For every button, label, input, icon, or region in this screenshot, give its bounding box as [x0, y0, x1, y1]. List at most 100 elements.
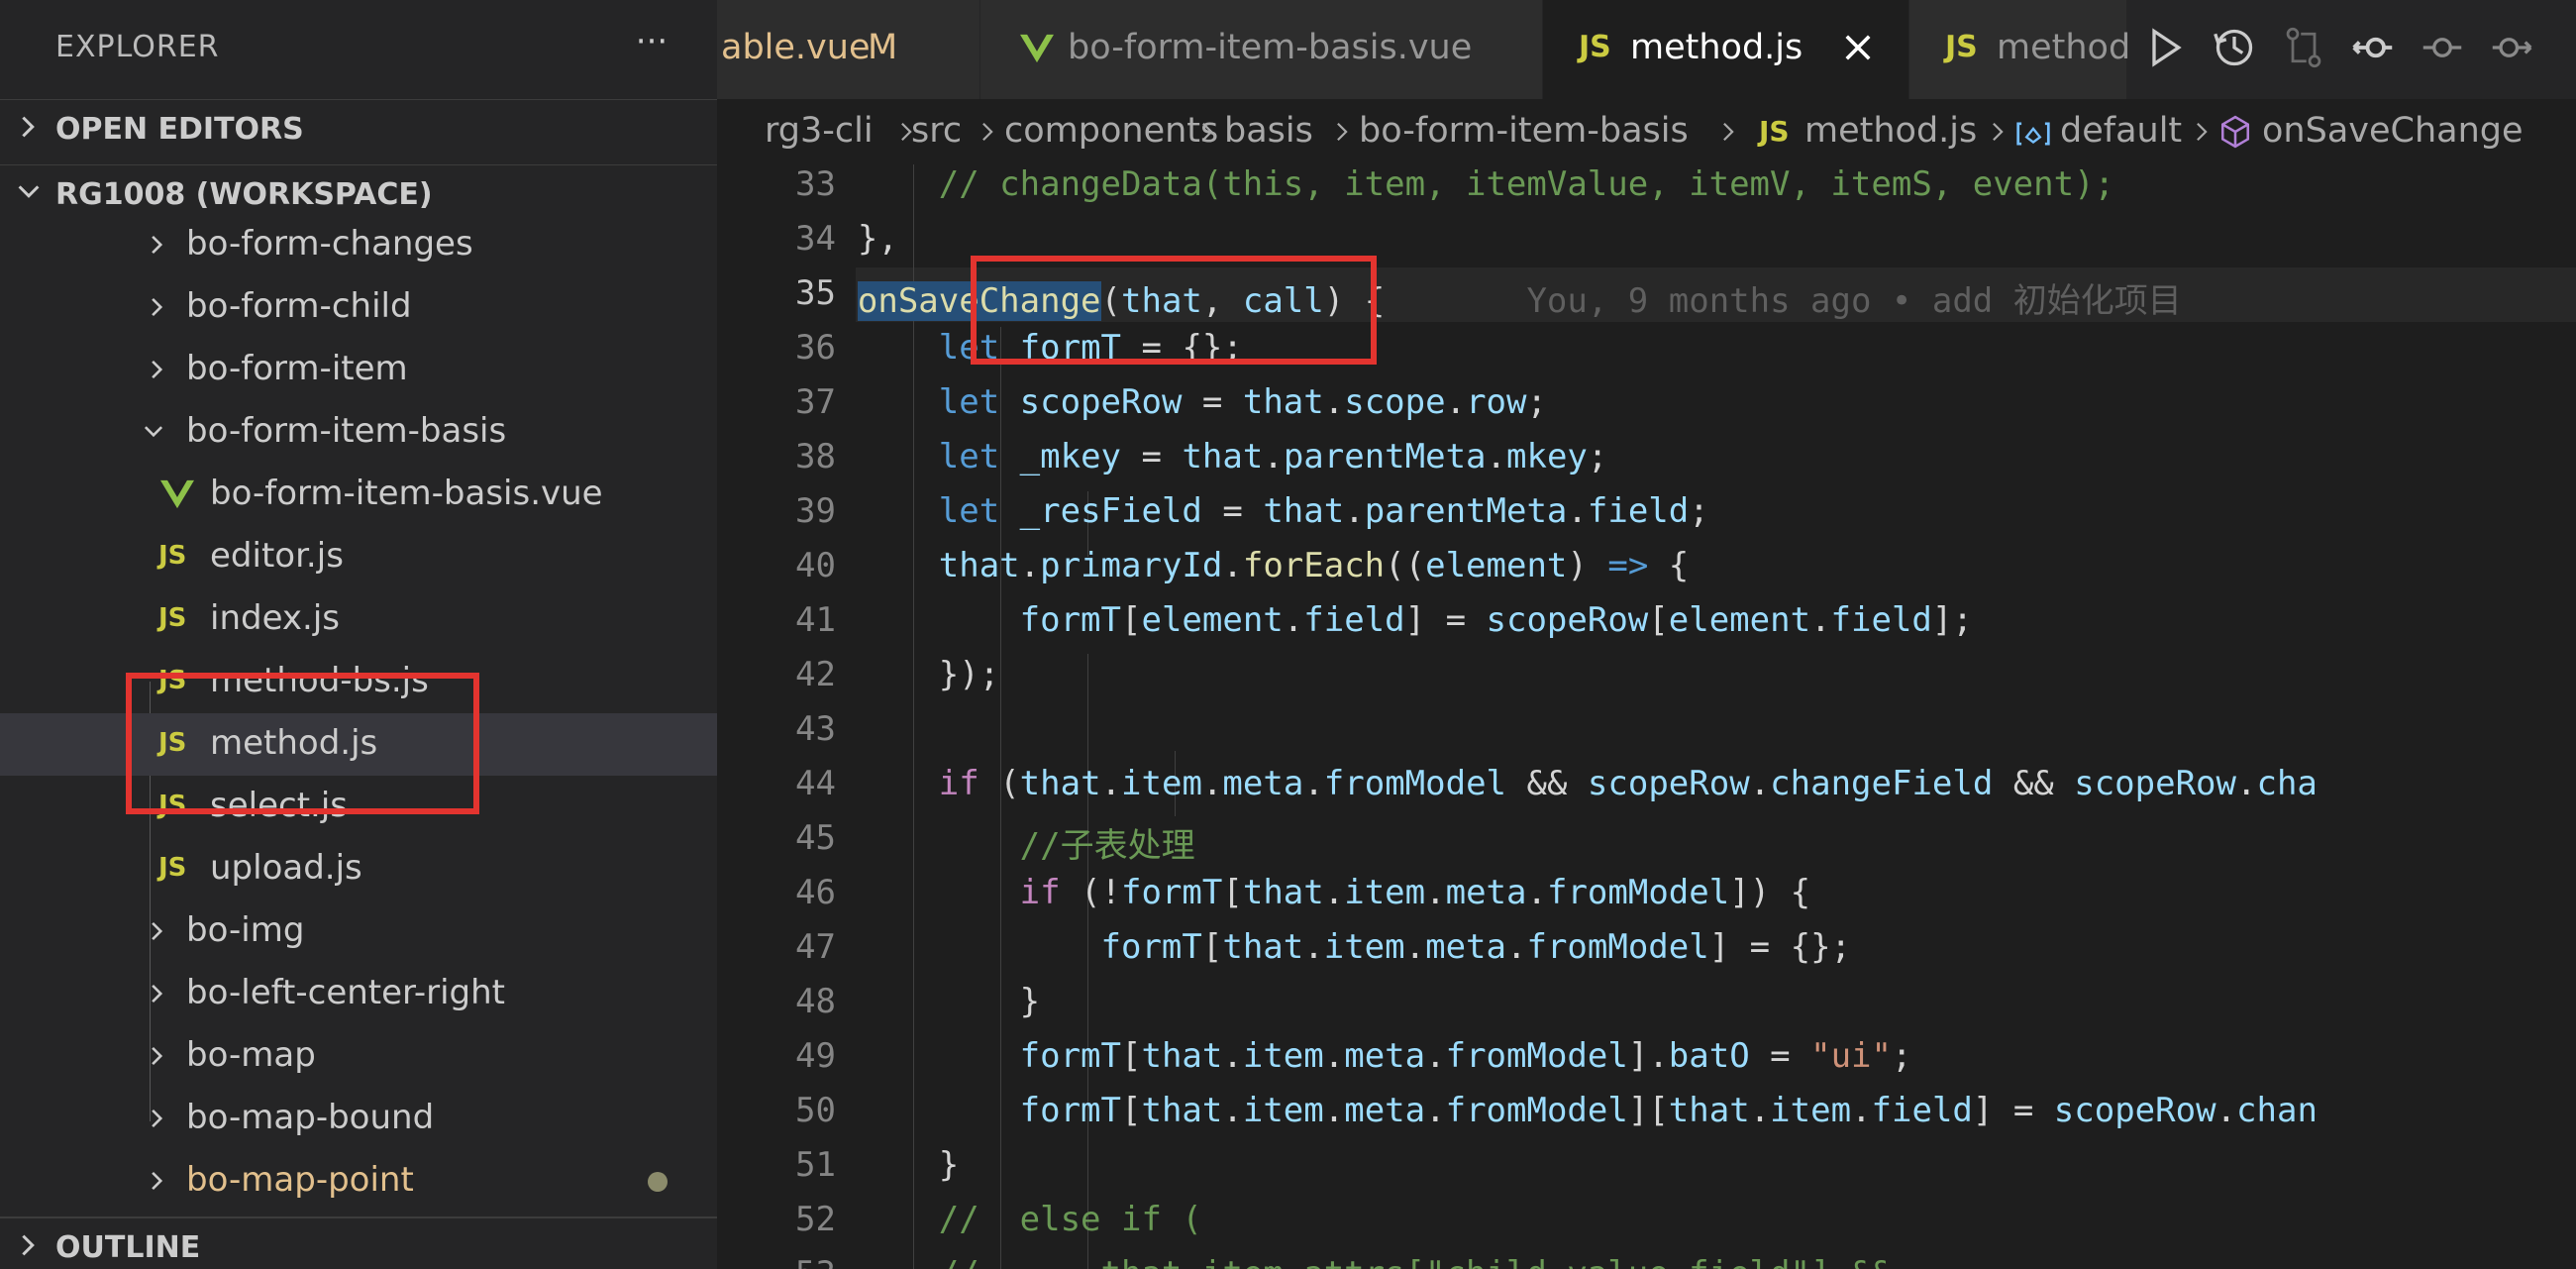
code-line[interactable]: // else if (: [776, 1200, 1202, 1239]
tree-item-bo-img[interactable]: bo-img: [0, 900, 717, 963]
code-token: .: [1323, 873, 1345, 912]
code-token: .: [1567, 491, 1588, 531]
code-line[interactable]: if (that.item.meta.fromModel && scopeRow…: [776, 764, 2318, 803]
code-token: that: [1668, 1091, 1750, 1130]
code-line[interactable]: that.primaryId.forEach((element) => {: [776, 546, 1690, 585]
breadcrumb-item[interactable]: bo-form-item-basis: [1359, 111, 1689, 151]
breadcrumb-item[interactable]: onSaveChange: [2262, 111, 2524, 151]
next-change-icon[interactable]: [2490, 26, 2533, 69]
code-line[interactable]: }: [776, 1145, 959, 1185]
tree-item-bo-form-item-basis[interactable]: bo-form-item-basis: [0, 401, 717, 464]
tree-item-bo-left-center-right[interactable]: bo-left-center-right: [0, 963, 717, 1025]
tab-method-js[interactable]: JS method.js: [1543, 0, 1909, 99]
history-icon[interactable]: [2213, 26, 2256, 69]
outline-section[interactable]: OUTLINE: [0, 1216, 717, 1269]
tab-able-vue[interactable]: able.vue M: [717, 0, 980, 99]
code-token: that: [1141, 1091, 1223, 1130]
code-token: ];: [1931, 600, 1973, 640]
code-line[interactable]: formT[that.item.meta.fromModel][that.ite…: [776, 1091, 2318, 1130]
code-line[interactable]: // changeData(this, item, itemValue, ite…: [776, 164, 2114, 204]
tree-item-bo-map-point[interactable]: bo-map-point: [0, 1150, 717, 1213]
code-token: forEach: [1242, 546, 1386, 585]
code-token: formT: [1019, 1091, 1121, 1130]
tree-item-bo-map-bound[interactable]: bo-map-bound: [0, 1088, 717, 1150]
code-line[interactable]: if (!formT[that.item.meta.fromModel]) {: [776, 873, 1810, 912]
code-token: meta: [1222, 764, 1304, 803]
code-token: that: [1019, 764, 1101, 803]
code-token: fromModel: [1526, 927, 1709, 967]
chevron-down-icon: [144, 426, 163, 438]
code-token: // changeData(this, item, itemValue, ite…: [938, 164, 2115, 204]
tree-item-upload-js[interactable]: JS upload.js: [0, 838, 717, 900]
code-line[interactable]: });: [776, 655, 999, 694]
tree-item-label: bo-map-bound: [186, 1098, 435, 1137]
tab-bo-form-item-basis-vue[interactable]: bo-form-item-basis.vue: [980, 0, 1543, 99]
code-token: },: [776, 219, 898, 259]
tree-item-index-js[interactable]: JS index.js: [0, 588, 717, 651]
code-token: ): [1567, 546, 1608, 585]
code-token: field: [1303, 600, 1405, 640]
code-token: ;: [1892, 1036, 1912, 1076]
code-editor[interactable]: 33 34 35 36 37 38 39 40 41 42 43 44 45 4…: [717, 164, 2576, 1269]
tree-item-bo-map[interactable]: bo-map: [0, 1025, 717, 1088]
code-token: }: [776, 1145, 960, 1185]
breadcrumb-item[interactable]: rg3-cli: [765, 111, 874, 151]
code-token: "ui": [1810, 1036, 1892, 1076]
code-line[interactable]: //子表处理: [776, 818, 1195, 867]
code-line[interactable]: },: [776, 219, 898, 259]
tab-bar: able.vue M bo-form-item-basis.vue JS met…: [717, 0, 2576, 99]
previous-change-icon[interactable]: [2351, 26, 2395, 69]
chevron-right-icon: [1337, 122, 1348, 142]
breadcrumb-item[interactable]: basis: [1224, 111, 1313, 151]
code-token: .: [2215, 1091, 2237, 1130]
tree-item-bo-form-item[interactable]: bo-form-item: [0, 339, 717, 401]
code-token: scopeRow: [1019, 382, 1183, 422]
tree-item-bo-form-child[interactable]: bo-form-child: [0, 276, 717, 339]
run-icon[interactable]: [2143, 26, 2187, 69]
code-token: that: [1242, 873, 1324, 912]
code-token: .: [1506, 927, 1527, 967]
code-token: .: [1445, 382, 1467, 422]
tree-item-bo-form-item-basis-vue[interactable]: bo-form-item-basis.vue: [0, 464, 717, 526]
tree-item-bo-form-changes[interactable]: bo-form-changes: [0, 214, 717, 276]
code-token: cha: [2256, 764, 2318, 803]
code-token: .: [1323, 1091, 1345, 1130]
code-token: that: [1182, 437, 1264, 476]
breadcrumb-item[interactable]: default: [2060, 111, 2182, 151]
commit-icon[interactable]: [2421, 26, 2464, 69]
tab-method-partial[interactable]: JS method-: [1909, 0, 2143, 99]
modified-dot-icon: [648, 1172, 668, 1192]
code-line[interactable]: formT[element.field] = scopeRow[element.…: [776, 600, 1973, 640]
code-line[interactable]: // that.item.attrs["child_value_field"] …: [776, 1254, 1892, 1269]
code-line[interactable]: let _mkey = that.parentMeta.mkey;: [776, 437, 1608, 476]
chevron-down-icon: [18, 185, 40, 198]
code-token: let: [938, 437, 1000, 476]
code-token: if: [1019, 873, 1061, 912]
code-token: });: [776, 655, 1000, 694]
code-line[interactable]: let _resField = that.parentMeta.field;: [776, 491, 1709, 531]
more-actions-icon[interactable]: ···: [630, 24, 673, 67]
open-editors-section[interactable]: OPEN EDITORS: [0, 99, 717, 159]
tab-label: bo-form-item-basis.vue: [1068, 28, 1473, 67]
compare-changes-icon[interactable]: [2282, 26, 2325, 69]
chevron-right-icon: [152, 360, 163, 379]
tree-item-editor-js[interactable]: JS editor.js: [0, 526, 717, 588]
code-line[interactable]: formT[that.item.meta.fromModel].batO = "…: [776, 1036, 1912, 1076]
breadcrumb-item[interactable]: src: [911, 111, 962, 151]
code-line[interactable]: let scopeRow = that.scope.row;: [776, 382, 1547, 422]
code-token: // that.item.attrs["child_value_field"] …: [939, 1254, 1892, 1269]
code-line[interactable]: }: [776, 982, 1040, 1021]
tab-label: method.js: [1630, 28, 1803, 67]
close-icon[interactable]: [1840, 30, 1876, 65]
chevron-right-icon: [152, 1171, 163, 1191]
code-token: You, 9 months ago • add 初始化项目: [1385, 281, 2182, 321]
breadcrumb-item[interactable]: method.js: [1804, 111, 1977, 151]
chevron-right-icon: [1993, 122, 2004, 142]
js-file-icon: JS: [1759, 115, 1790, 148]
breadcrumb-item[interactable]: components: [1004, 111, 1218, 151]
code-line[interactable]: formT[that.item.meta.fromModel] = {};: [776, 927, 1852, 967]
code-token: chan: [2236, 1091, 2318, 1130]
